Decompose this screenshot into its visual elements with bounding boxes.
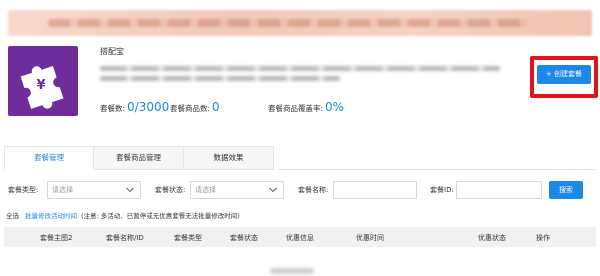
blurred-footer-text <box>270 268 314 274</box>
package-status-label: 套餐状态: <box>155 186 186 194</box>
column-header: 套餐主图2 <box>40 234 73 242</box>
column-header: 套餐状态 <box>230 234 258 242</box>
batch-edit-note: (注意: 多活动、已暂停或无优惠套餐无法批量修改时间) <box>81 212 240 220</box>
blurred-notice-text <box>48 19 528 27</box>
batch-action-row: 全选 批量修改活动时间 (注意: 多活动、已暂停或无优惠套餐无法批量修改时间) <box>6 210 240 220</box>
chevron-down-icon <box>269 187 277 193</box>
app-name: 搭配宝 <box>100 47 124 56</box>
tab-bar: 套餐管理 套餐商品管理 数据效果 <box>4 146 278 170</box>
svg-text:¥: ¥ <box>36 78 45 93</box>
tab-divider <box>278 169 596 170</box>
tab-package-management[interactable]: 套餐管理 <box>4 146 94 170</box>
column-header: 优惠信息 <box>286 234 314 242</box>
package-type-select[interactable]: 请选择 <box>47 181 141 199</box>
create-package-button[interactable]: + 创建套餐 <box>537 65 591 84</box>
stat-package-count: 套餐数: 0/3000 <box>100 100 170 114</box>
package-id-input[interactable] <box>456 181 542 199</box>
package-status-select[interactable]: 请选择 <box>190 181 284 199</box>
tab-package-item-management[interactable]: 套餐商品管理 <box>94 146 184 170</box>
app-logo: ¥ <box>8 46 78 116</box>
select-all-checkbox[interactable]: 全选 <box>6 212 19 220</box>
notice-banner <box>8 10 592 36</box>
puzzle-yen-icon: ¥ <box>20 66 64 109</box>
package-name-label: 套餐名称: <box>298 186 329 194</box>
package-id-label: 套餐ID: <box>430 186 454 194</box>
stat-package-item-count: 套餐商品数: 0 <box>170 100 220 114</box>
package-type-label: 套餐类型: <box>8 186 39 194</box>
column-header: 套餐类型 <box>174 234 202 242</box>
search-button[interactable]: 搜索 <box>549 181 583 199</box>
column-header: 优惠状态 <box>478 234 506 242</box>
column-header: 操作 <box>536 234 550 242</box>
package-name-input[interactable] <box>333 181 417 199</box>
column-header: 优惠时间 <box>356 234 384 242</box>
blurred-app-description <box>100 66 500 86</box>
stat-coverage-rate: 套餐商品覆盖率: 0% <box>268 100 345 114</box>
filter-row: 套餐类型: 请选择 套餐状态: 请选择 套餐名称: 套餐ID: 搜索 <box>0 181 600 199</box>
chevron-down-icon <box>126 187 134 193</box>
batch-edit-time-link[interactable]: 批量修改活动时间 <box>25 212 77 220</box>
tab-data-effect[interactable]: 数据效果 <box>184 146 274 170</box>
table-header: 套餐主图2 套餐名称/ID 套餐类型 套餐状态 优惠信息 优惠时间 优惠状态 操… <box>4 227 596 247</box>
column-header: 套餐名称/ID <box>106 234 144 242</box>
